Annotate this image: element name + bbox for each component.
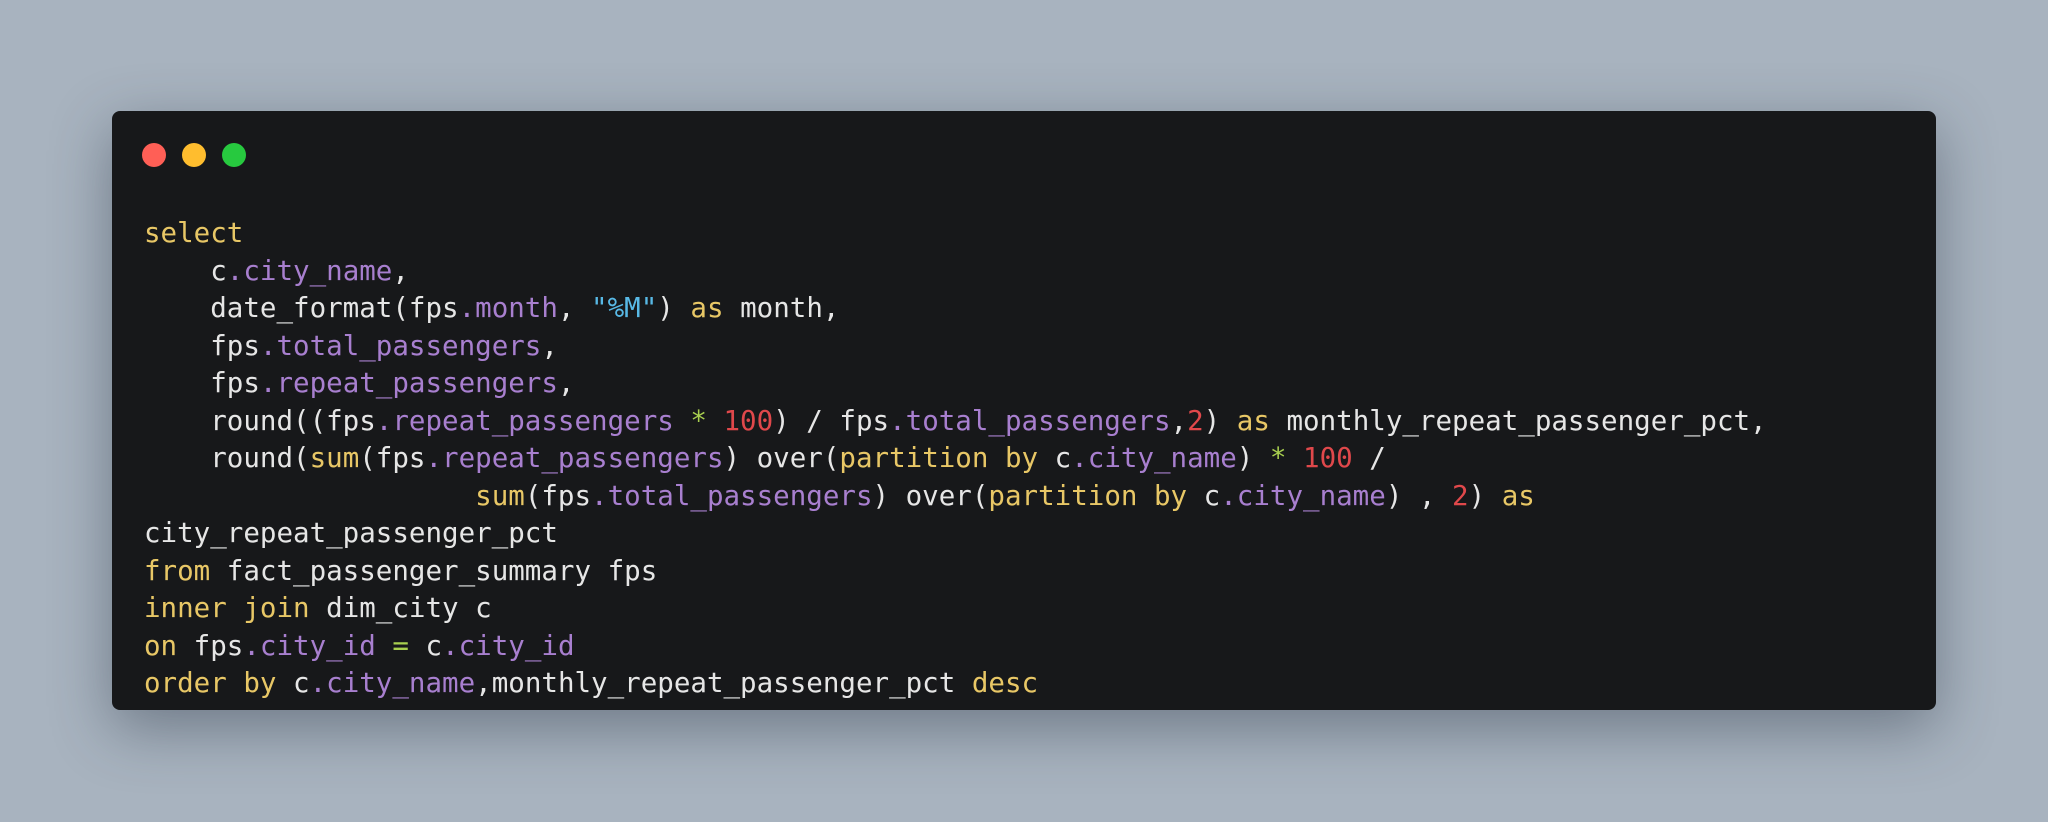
code-token: .total_passengers [889, 404, 1171, 437]
code-token: fact_passenger_summary fps [210, 554, 658, 587]
code-token: 100 [1303, 442, 1353, 474]
code-line: city_repeat_passenger_pct [144, 515, 1767, 553]
code-token: dim_city c [309, 592, 492, 624]
maximize-button[interactable] [222, 143, 246, 167]
code-token: .city_id [243, 629, 376, 662]
code-line: on fps.city_id = c.city_id [144, 628, 1767, 666]
code-line: from fact_passenger_summary fps [144, 553, 1767, 591]
code-token: .repeat_passengers [259, 367, 558, 399]
minimize-button[interactable] [182, 143, 206, 167]
code-line: select [144, 215, 1767, 253]
code-token: ) [1468, 479, 1502, 512]
code-line: c.city_name, [144, 253, 1767, 291]
code-token: c [144, 254, 227, 287]
code-token: from [144, 554, 211, 587]
code-window: select c.city_name, date_format(fps.mont… [112, 111, 1936, 710]
code-token: .month [458, 292, 558, 324]
code-block: select c.city_name, date_format(fps.mont… [144, 215, 1767, 703]
code-token: round( [144, 442, 310, 474]
code-token: monthly_repeat_passenger_pct, [1269, 404, 1767, 437]
code-token: .total_passengers [259, 329, 542, 362]
window-controls [142, 143, 246, 167]
code-token: ) / fps [773, 404, 890, 437]
code-token: as [1501, 479, 1535, 512]
code-token: c [276, 667, 310, 699]
code-token: on [144, 629, 178, 662]
code-token: .city_name [1220, 479, 1386, 512]
code-token: ) over( [872, 479, 989, 512]
code-token: .total_passengers [591, 479, 873, 512]
code-token: , [392, 254, 409, 287]
close-button[interactable] [142, 143, 166, 167]
code-token: fps [144, 329, 260, 362]
code-token: , [557, 292, 592, 324]
code-token: month, [723, 292, 840, 324]
code-token: inner join [144, 592, 310, 624]
code-token: .repeat_passengers [425, 442, 724, 474]
code-token: sum [475, 479, 525, 512]
code-line: fps.repeat_passengers, [144, 365, 1767, 403]
code-token: order by [144, 667, 277, 699]
code-line: round(sum(fps.repeat_passengers) over(pa… [144, 440, 1767, 478]
code-token: .city_name [1071, 442, 1237, 474]
code-token: c [1187, 479, 1221, 512]
code-token: partition by [839, 442, 1039, 474]
code-token: .city_name [309, 667, 476, 699]
code-token: ) over( [723, 442, 840, 474]
code-line: date_format(fps.month, "%M") as month, [144, 290, 1767, 328]
code-token: sum [309, 442, 360, 474]
code-token: desc [971, 667, 1039, 699]
code-token: c [1038, 442, 1072, 474]
code-token: ) [1203, 404, 1237, 437]
code-token: (fps [359, 442, 426, 474]
code-token: ,monthly_repeat_passenger_pct [475, 667, 972, 699]
code-token: as [690, 292, 724, 324]
code-token: (fps [524, 479, 592, 512]
code-token: 2 [1452, 479, 1469, 512]
code-token: 2 [1187, 404, 1204, 437]
code-token: c [408, 629, 443, 662]
code-token: select [144, 217, 244, 249]
code-line: round((fps.repeat_passengers * 100) / fp… [144, 403, 1767, 441]
code-token: * [1269, 442, 1287, 474]
code-line: sum(fps.total_passengers) over(partition… [144, 478, 1767, 516]
code-token: fps [177, 629, 244, 662]
code-token: , [557, 367, 575, 399]
code-line: order by c.city_name,monthly_repeat_pass… [144, 665, 1767, 703]
code-token: date_format(fps [144, 292, 459, 324]
code-token: as [1236, 404, 1270, 437]
code-token: city_repeat_passenger_pct [144, 517, 558, 549]
code-token: "%M" [591, 292, 658, 324]
code-token: .city_name [226, 254, 393, 287]
code-token: partition by [988, 479, 1188, 512]
code-token: 100 [723, 404, 774, 437]
code-token: / [1352, 442, 1386, 474]
code-token: round((fps [144, 404, 376, 437]
code-token: , [541, 329, 558, 362]
code-token: .repeat_passengers [375, 404, 674, 437]
code-token: * [690, 404, 707, 437]
code-token: ) [1236, 442, 1270, 474]
code-token: fps [144, 367, 260, 399]
code-line: fps.total_passengers, [144, 328, 1767, 366]
code-line: inner join dim_city c [144, 590, 1767, 628]
code-token: ) [657, 292, 691, 324]
code-token: = [392, 629, 409, 662]
code-token: .city_id [442, 629, 575, 662]
code-token: , [1170, 404, 1188, 437]
code-token: ) , [1385, 479, 1453, 512]
